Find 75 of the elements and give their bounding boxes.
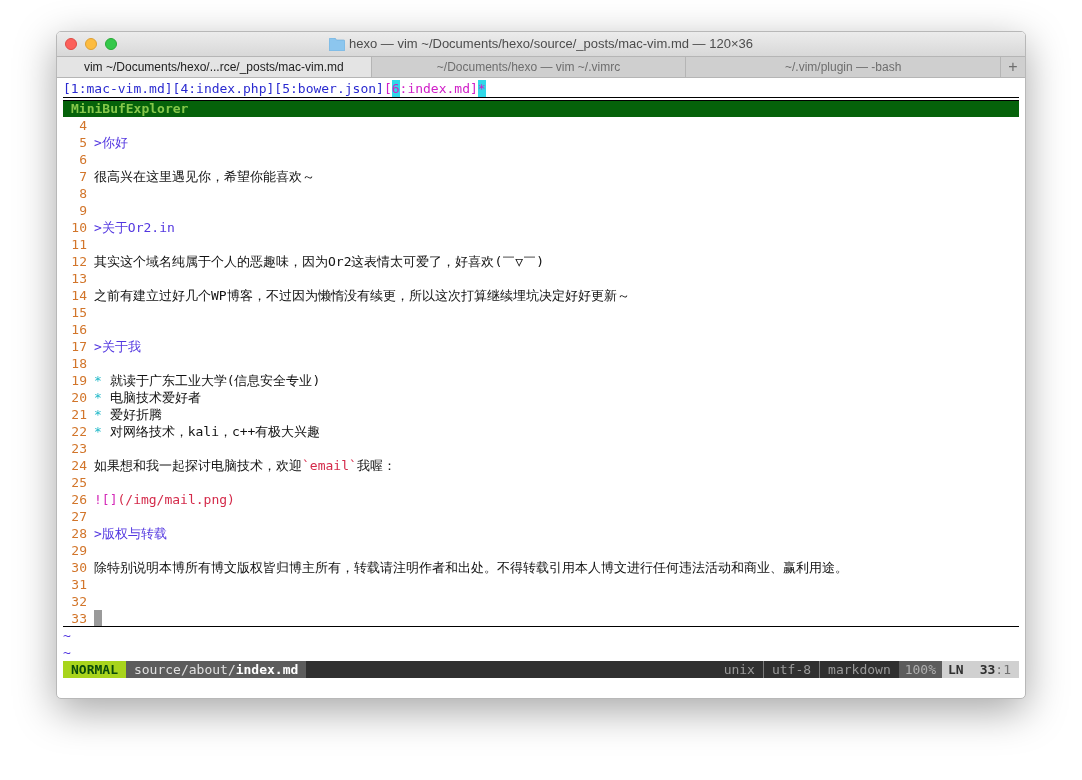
- line-number: 21: [70, 406, 87, 423]
- line-label: LN: [948, 661, 964, 678]
- file-type: markdown: [827, 661, 892, 678]
- line-text: >关于我: [94, 338, 141, 355]
- line-text: 之前有建立过好几个WP博客，不过因为懒惰没有续更，所以这次打算继续埋坑决定好好更新～: [94, 287, 630, 304]
- line-number: 23: [70, 440, 87, 457]
- minimize-button[interactable]: [85, 38, 97, 50]
- line-text: ![]: [94, 491, 118, 508]
- buffer-tab[interactable]: [6:index.md]: [383, 80, 478, 97]
- line-number: 6: [78, 151, 87, 168]
- line-number: 9: [78, 202, 87, 219]
- buffer-tab[interactable]: [5:bower.json]: [274, 80, 384, 97]
- line-text: 对网络技术，kali，c++有极大兴趣: [108, 423, 321, 440]
- line-text: 除特别说明本博所有博文版权皆归博主所有，转载请注明作者和出处。不得转载引用本人博文进行任何违法活动和商业、赢利用途。: [94, 559, 848, 576]
- folder-icon: [329, 37, 346, 51]
- line-number: 25: [70, 474, 87, 491]
- line-number: 7: [78, 168, 87, 185]
- line-number: 13: [70, 270, 87, 287]
- line-number: 11: [70, 236, 87, 253]
- line-number: 33: [70, 610, 87, 626]
- line-number: 30: [70, 559, 87, 576]
- line-number: 15: [70, 304, 87, 321]
- line-text: 就读于广东工业大学(信息安全专业): [108, 372, 321, 389]
- line-position: 33: [979, 661, 996, 678]
- line-text: (/img/mail.png): [117, 491, 235, 508]
- line-text: 如果想和我一起探讨电脑技术，欢迎: [94, 457, 302, 474]
- line-number: 18: [70, 355, 87, 372]
- empty-line-tilde: ~: [63, 627, 71, 644]
- line-number: 24: [70, 457, 87, 474]
- line-number: 28: [70, 525, 87, 542]
- buffer-tab[interactable]: [4:index.php]: [172, 80, 275, 97]
- line-number: 22: [70, 423, 87, 440]
- line-number: 27: [70, 508, 87, 525]
- close-button[interactable]: [65, 38, 77, 50]
- line-number: 12: [70, 253, 87, 270]
- line-number: 29: [70, 542, 87, 559]
- text-cursor: [94, 610, 102, 626]
- list-bullet: *: [94, 423, 102, 440]
- window-title: hexo — vim ~/Documents/hexo/source/_posts/mac-vim.md — 120×36: [349, 35, 753, 54]
- file-encoding: utf-8: [763, 661, 821, 678]
- line-text: >你好: [94, 134, 128, 151]
- list-bullet: *: [94, 389, 102, 406]
- line-number: 14: [70, 287, 87, 304]
- line-number: 10: [70, 219, 87, 236]
- buffer-tab[interactable]: [1:mac-vim.md]: [63, 80, 173, 97]
- line-text: 爱好折腾: [108, 406, 162, 423]
- empty-line-tilde: ~: [63, 644, 71, 661]
- line-number: 26: [70, 491, 87, 508]
- line-text: `email`: [302, 457, 357, 474]
- file-format: unix: [715, 661, 764, 678]
- line-number: 32: [70, 593, 87, 610]
- line-number: 4: [78, 117, 87, 134]
- line-number: 5: [78, 134, 87, 151]
- terminal-tab[interactable]: vim ~/Documents/hexo/...rce/_posts/mac-vim.md: [57, 57, 372, 77]
- line-text: 电脑技术爱好者: [108, 389, 201, 406]
- line-text: 我喔：: [356, 457, 396, 474]
- line-number: 8: [78, 185, 87, 202]
- line-text: 其实这个域名纯属于个人的恶趣味，因为Or2这表情太可爱了，好喜欢(￣▽￣): [94, 253, 544, 270]
- list-bullet: *: [94, 372, 102, 389]
- line-number: 20: [70, 389, 87, 406]
- list-bullet: *: [94, 406, 102, 423]
- file-path: source/about/index.md: [125, 661, 307, 678]
- line-number: 17: [70, 338, 87, 355]
- line-number: 19: [70, 372, 87, 389]
- explorer-title: MiniBufExplorer: [71, 101, 189, 117]
- mode-indicator: NORMAL: [63, 661, 126, 678]
- modified-mark: *: [477, 80, 486, 97]
- line-text: >版权与转载: [94, 525, 167, 542]
- line-text: 很高兴在这里遇见你，希望你能喜欢～: [94, 168, 315, 185]
- zoom-button[interactable]: [105, 38, 117, 50]
- line-number: 31: [70, 576, 87, 593]
- scroll-percent: 100%: [898, 661, 943, 678]
- line-text: >关于Or2.in: [94, 219, 175, 236]
- line-number: 16: [70, 321, 87, 338]
- column-position: :1: [995, 661, 1011, 678]
